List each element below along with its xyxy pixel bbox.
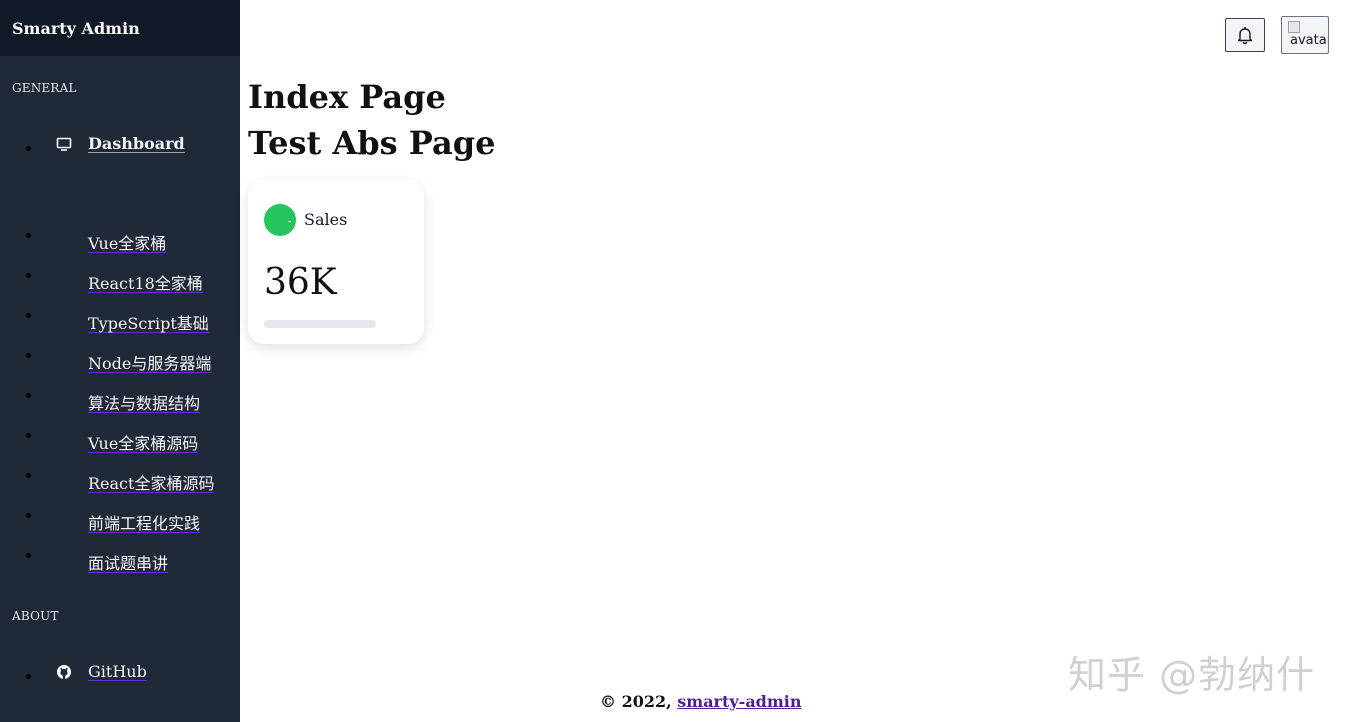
sidebar-item-label: Dashboard [88,134,185,153]
sidebar-item-interview[interactable]: 面试题串讲 [0,542,240,578]
broken-image-icon [1288,21,1300,33]
footer-copyright: © 2022, [600,692,678,711]
list-bullet [26,473,31,478]
sidebar-item-label: 面试题串讲 [88,554,169,573]
list-bullet [26,433,31,438]
brand-title[interactable]: Smarty Admin [0,0,240,56]
sidebar-item-dashboard[interactable]: Dashboard [0,126,240,162]
bell-icon [1235,25,1255,45]
sidebar-item-algorithms[interactable]: 算法与数据结构 [0,382,240,418]
list-bullet [26,393,31,398]
page-title-index: Index Page [248,78,446,116]
dot-mark [288,221,291,222]
app-root: Smarty Admin GENERAL Dashboard Vue全家桶 Re… [0,0,1353,722]
footer-link[interactable]: smarty-admin [677,692,801,711]
avatar-button[interactable]: avatar [1281,16,1329,54]
sidebar-item-react18[interactable]: React18全家桶 [0,262,240,298]
sidebar-item-label: React全家桶源码 [88,474,215,493]
sidebar-item-label: Vue全家桶 [88,234,167,253]
footer: © 2022, smarty-admin [600,692,802,711]
list-bullet [26,233,31,238]
sidebar: Smarty Admin GENERAL Dashboard Vue全家桶 Re… [0,0,240,722]
watermark: 知乎 @勃纳什 [1068,653,1316,697]
sales-card: Sales 36K [248,180,424,344]
sidebar-item-label: Vue全家桶源码 [88,434,199,453]
section-title-about: ABOUT [12,609,59,623]
sidebar-item-node[interactable]: Node与服务器端 [0,342,240,378]
sidebar-item-vue[interactable]: Vue全家桶 [0,222,240,258]
list-bullet [26,674,31,679]
sidebar-item-typescript[interactable]: TypeScript基础 [0,302,240,338]
card-value: 36K [264,262,337,303]
notifications-button[interactable] [1225,18,1265,52]
avatar-alt-text: avatar [1290,33,1329,48]
sidebar-item-label: 算法与数据结构 [88,394,201,413]
sidebar-item-label: 前端工程化实践 [88,514,201,533]
sidebar-item-github[interactable]: GitHub [0,654,240,690]
page-title-test-abs: Test Abs Page [248,124,496,162]
list-bullet [26,553,31,558]
list-bullet [26,513,31,518]
sidebar-item-label: React18全家桶 [88,274,203,293]
list-bullet [26,353,31,358]
section-title-general: GENERAL [12,81,77,95]
sidebar-item-react-source[interactable]: React全家桶源码 [0,462,240,498]
sidebar-item-vue-source[interactable]: Vue全家桶源码 [0,422,240,458]
sidebar-item-label: Node与服务器端 [88,354,212,373]
sales-status-dot [264,204,296,236]
monitor-icon [56,136,72,152]
sidebar-item-label: GitHub [88,662,147,681]
list-bullet [26,146,31,151]
github-icon [56,664,72,680]
list-bullet [26,313,31,318]
progress-bar [264,320,376,328]
sidebar-item-engineering[interactable]: 前端工程化实践 [0,502,240,538]
card-label: Sales [304,210,348,229]
sidebar-item-label: TypeScript基础 [88,314,209,333]
list-bullet [26,273,31,278]
